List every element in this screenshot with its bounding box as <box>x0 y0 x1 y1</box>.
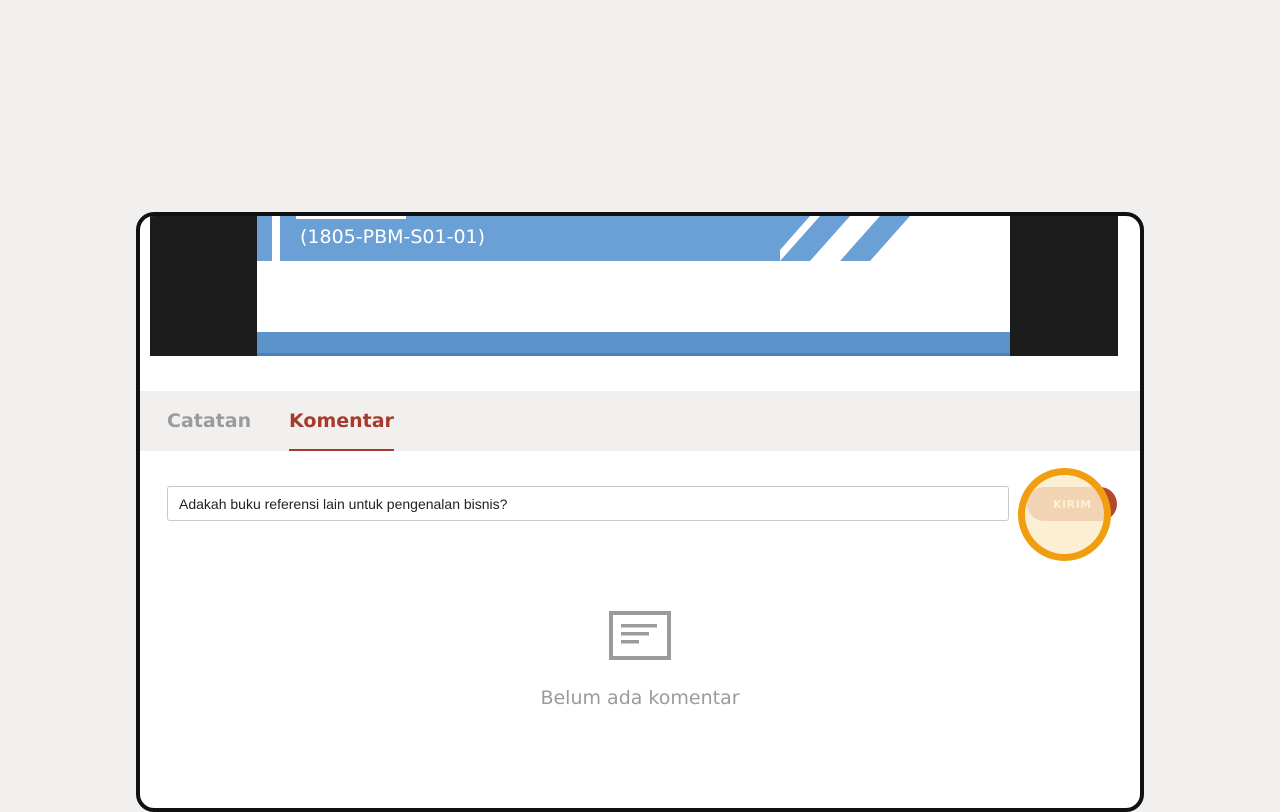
send-button[interactable]: KIRIM <box>1027 487 1117 521</box>
video-player[interactable]: (1805-PBM-S01-01) <box>150 216 1118 356</box>
comment-input[interactable] <box>167 486 1009 521</box>
app-frame: (1805-PBM-S01-01) Catatan Komentar KIRIM… <box>136 212 1144 812</box>
slide-footer-band <box>257 332 1010 356</box>
tab-catatan[interactable]: Catatan <box>167 410 251 432</box>
empty-state-message: Belum ada komentar <box>540 687 740 709</box>
empty-state: Belum ada komentar <box>140 611 1140 709</box>
tab-bar: Catatan Komentar <box>140 391 1140 451</box>
video-slide: (1805-PBM-S01-01) <box>257 216 1010 356</box>
comment-list-icon <box>609 611 671 665</box>
tab-komentar[interactable]: Komentar <box>289 410 394 451</box>
slide-code: (1805-PBM-S01-01) <box>300 226 486 248</box>
